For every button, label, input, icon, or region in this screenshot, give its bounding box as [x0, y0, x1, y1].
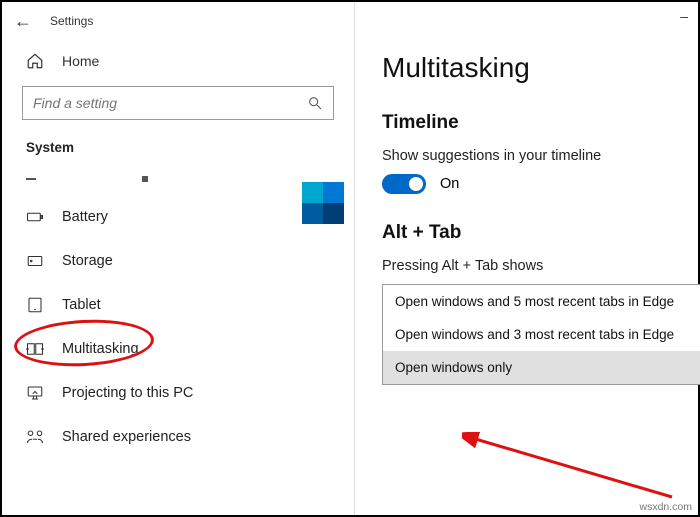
- alttab-caption: Pressing Alt + Tab shows: [382, 258, 674, 274]
- titlebar: ← Settings: [2, 2, 354, 40]
- sidebar-section-title: System: [2, 138, 354, 163]
- battery-icon: [26, 208, 44, 226]
- multitasking-icon: [26, 340, 44, 358]
- dropdown-option-selected[interactable]: Open windows only: [383, 351, 700, 384]
- search-icon: [307, 95, 323, 111]
- timeline-toggle-row: On: [382, 174, 674, 194]
- dot-icon: [142, 176, 148, 182]
- sidebar-item-shared[interactable]: Shared experiences: [2, 415, 354, 459]
- timeline-caption: Show suggestions in your timeline: [382, 148, 674, 164]
- storage-icon: [26, 252, 44, 270]
- tablet-icon: [26, 296, 44, 314]
- projecting-icon: [26, 384, 44, 402]
- sidebar-item-projecting[interactable]: Projecting to this PC: [2, 371, 354, 415]
- home-label: Home: [62, 53, 99, 69]
- window-title: Settings: [50, 14, 93, 28]
- sidebar-item-label: Storage: [62, 253, 113, 269]
- watermark: wsxdn.com: [639, 501, 692, 513]
- truncated-icon: [26, 178, 36, 180]
- search-input-wrap[interactable]: [22, 86, 334, 120]
- sidebar-item-label: Multitasking: [62, 341, 139, 357]
- sidebar-item-label: Tablet: [62, 297, 101, 313]
- sidebar-item-storage[interactable]: Storage: [2, 239, 354, 283]
- shared-icon: [26, 428, 44, 446]
- dropdown-option[interactable]: Open windows and 5 most recent tabs in E…: [383, 285, 700, 318]
- dropdown-option[interactable]: Open windows and 3 most recent tabs in E…: [383, 318, 700, 351]
- home-icon: [26, 52, 44, 70]
- page-title: Multitasking: [382, 52, 674, 84]
- main-content: Multitasking Timeline Show suggestions i…: [358, 2, 698, 515]
- timeline-toggle[interactable]: [382, 174, 426, 194]
- section-alttab-title: Alt + Tab: [382, 222, 674, 244]
- sidebar-home[interactable]: Home: [2, 40, 354, 86]
- sidebar-item-tablet[interactable]: Tablet: [2, 283, 354, 327]
- sidebar-item-label: Projecting to this PC: [62, 385, 193, 401]
- search-input[interactable]: [33, 95, 307, 111]
- sidebar-item-label: Battery: [62, 209, 108, 225]
- brand-logo: [302, 182, 344, 224]
- sidebar-item-multitasking[interactable]: Multitasking: [2, 327, 354, 371]
- sidebar: ← Settings Home System Battery Storage T…: [2, 2, 355, 515]
- section-timeline-title: Timeline: [382, 112, 674, 134]
- toggle-state-label: On: [440, 176, 459, 192]
- back-icon[interactable]: ←: [14, 11, 32, 32]
- alttab-dropdown[interactable]: Open windows and 5 most recent tabs in E…: [382, 284, 700, 385]
- sidebar-item-label: Shared experiences: [62, 429, 191, 445]
